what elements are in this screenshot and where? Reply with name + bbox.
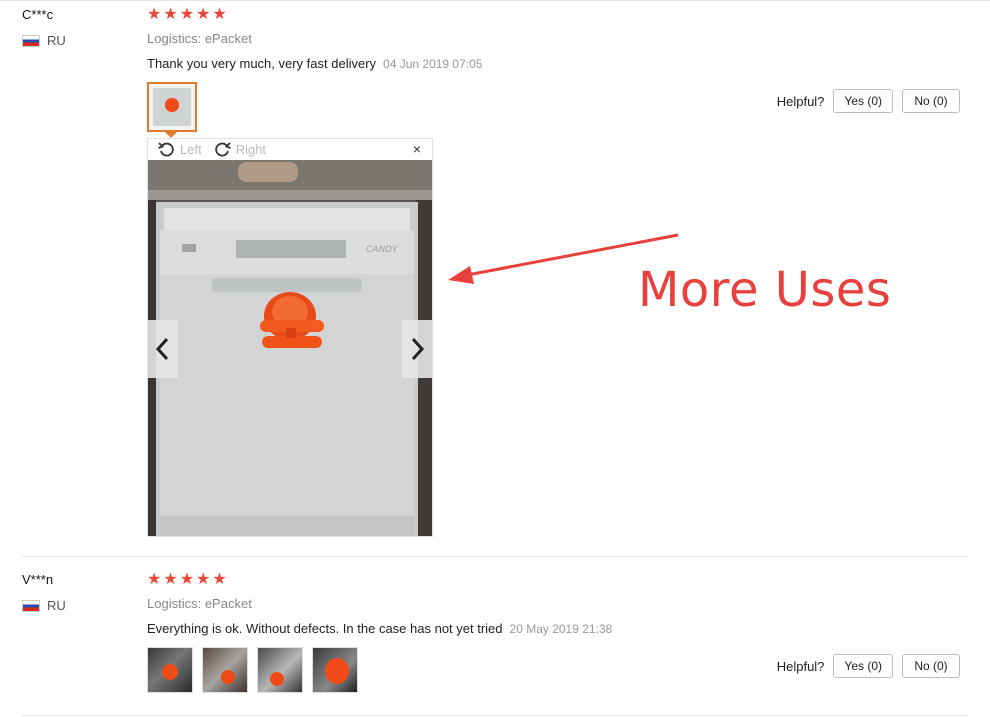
star-icon: ★ — [163, 571, 178, 588]
logistics-value: ePacket — [204, 596, 252, 611]
logistics-value: ePacket — [204, 31, 252, 46]
star-icon: ★ — [196, 571, 211, 588]
helpful-vote: Helpful? Yes (0) No (0) — [777, 89, 960, 113]
logistics-label: Logistics: — [147, 596, 202, 611]
review-photo-thumbnail[interactable] — [312, 647, 358, 693]
star-rating: ★ ★ ★ ★ ★ — [147, 572, 227, 588]
top-border — [0, 0, 990, 1]
review-photo-large: CANDY — [148, 160, 432, 536]
star-icon: ★ — [147, 571, 162, 588]
review-photos — [147, 82, 197, 132]
helpful-yes-button[interactable]: Yes (0) — [833, 89, 893, 113]
review-photos — [147, 647, 358, 693]
rotate-left-button[interactable]: Left — [158, 141, 202, 158]
star-icon: ★ — [212, 571, 227, 588]
rotate-left-label: Left — [180, 142, 202, 157]
prev-photo-button[interactable] — [148, 320, 178, 378]
russia-flag-icon — [22, 34, 40, 47]
viewer-toolbar: Left Right × — [148, 139, 432, 160]
review-divider — [22, 715, 967, 716]
country-code: RU — [47, 33, 66, 48]
rotate-right-icon — [215, 142, 231, 157]
next-photo-button[interactable] — [402, 320, 432, 378]
photo-viewer: Left Right × CANDY — [147, 138, 433, 537]
logistics-label: Logistics: — [147, 31, 202, 46]
appliance-brand-text: CANDY — [366, 245, 399, 255]
review-photo-thumbnail[interactable] — [202, 647, 248, 693]
chevron-right-icon — [411, 337, 425, 361]
helpful-no-button[interactable]: No (0) — [902, 89, 960, 113]
review-date: 20 May 2019 21:38 — [509, 622, 613, 636]
star-icon: ★ — [196, 6, 211, 23]
star-icon: ★ — [212, 6, 227, 23]
review-date: 04 Jun 2019 07:05 — [383, 57, 483, 71]
logistics-info: Logistics: ePacket — [147, 596, 252, 611]
helpful-vote: Helpful? Yes (0) No (0) — [777, 654, 960, 678]
star-icon: ★ — [163, 6, 178, 23]
country-code: RU — [47, 598, 66, 613]
helpful-yes-button[interactable]: Yes (0) — [833, 654, 893, 678]
reviewer-name: C***c — [22, 7, 54, 22]
star-rating: ★ ★ ★ ★ ★ — [147, 7, 227, 23]
rotate-right-label: Right — [235, 142, 267, 157]
review-divider — [22, 556, 967, 557]
close-icon[interactable]: × — [413, 141, 421, 157]
review-text: Everything is ok. Without defects. In th… — [147, 621, 612, 636]
logistics-info: Logistics: ePacket — [147, 31, 252, 46]
review-text: Thank you very much, very fast delivery 0… — [147, 56, 482, 71]
review-photo-thumbnail[interactable] — [147, 647, 193, 693]
review-body: Everything is ok. Without defects. In th… — [147, 621, 503, 636]
annotation-text: More Uses — [638, 262, 892, 318]
review-photo-thumbnail[interactable] — [257, 647, 303, 693]
star-icon: ★ — [147, 6, 162, 23]
star-icon: ★ — [179, 6, 195, 23]
helpful-label: Helpful? — [776, 658, 825, 674]
helpful-no-button[interactable]: No (0) — [902, 654, 960, 678]
reviewer-country: RU — [22, 33, 66, 48]
dishwasher-photo: CANDY — [148, 160, 432, 536]
star-icon: ★ — [179, 571, 195, 588]
chevron-left-icon — [155, 337, 169, 361]
rotate-right-button[interactable]: Right — [214, 141, 266, 158]
helpful-label: Helpful? — [776, 93, 825, 109]
review-body: Thank you very much, very fast delivery — [147, 56, 377, 71]
review-photo-thumbnail[interactable] — [147, 82, 197, 132]
reviewer-country: RU — [22, 598, 66, 613]
russia-flag-icon — [22, 599, 40, 612]
reviewer-name: V***n — [22, 572, 54, 587]
rotate-left-icon — [158, 142, 174, 157]
